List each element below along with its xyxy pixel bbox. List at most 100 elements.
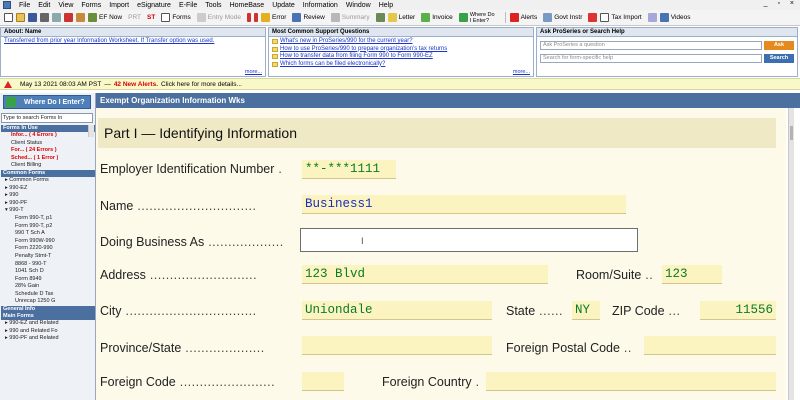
form-scrollbar-thumb[interactable]	[790, 126, 793, 140]
home-icon[interactable]	[64, 13, 73, 22]
city-field[interactable]: Uniondale	[302, 301, 492, 320]
address-field[interactable]: 123 Blvd	[302, 265, 548, 284]
forms-button[interactable]: Forms	[161, 13, 191, 22]
support-question[interactable]: How to use ProSeries/990 to prepare orga…	[272, 46, 530, 54]
about-panel-text[interactable]: Transferred from prior year Information …	[4, 38, 262, 46]
tree-item-form-in-use[interactable]: Client Status	[1, 140, 95, 148]
tree-item-common-form[interactable]: Form 2220-990	[1, 245, 95, 253]
sidebar-scrollbar[interactable]	[88, 125, 94, 137]
ein-field[interactable]: **-***1111	[302, 160, 396, 179]
menu-update[interactable]: Update	[268, 2, 299, 9]
tree-item-common-form[interactable]: Unrecap 1250 G	[1, 298, 95, 306]
exclamation-icon-2[interactable]	[254, 13, 258, 22]
tree-item-common-form[interactable]: ▸ 990-EZ	[1, 185, 95, 193]
tree-section-forms-in-use[interactable]: Forms In Use	[1, 125, 95, 132]
homebase-icon[interactable]	[76, 13, 85, 22]
tree-item-common-form[interactable]: Form 990W-990	[1, 238, 95, 246]
tree-item-common-form[interactable]: 8868 - 990-T	[1, 261, 95, 269]
alerts-button[interactable]: Alerts	[509, 13, 537, 22]
tree-item-common-form[interactable]: Form 990-T, p1	[1, 215, 95, 223]
support-icon[interactable]	[647, 13, 657, 22]
tree-item-common-form[interactable]: ▸ Common Forms	[1, 177, 95, 185]
menu-tools[interactable]: Tools	[201, 2, 225, 9]
menu-information[interactable]: Information	[299, 2, 342, 9]
letter-button[interactable]: Letter	[387, 13, 415, 22]
tree-item-common-form[interactable]: Schedule D Tax	[1, 291, 95, 299]
tree-section-general-info[interactable]: General Info	[1, 306, 95, 314]
tree-item-common-form[interactable]: ▾ 990-T	[1, 207, 95, 215]
tree-item-main-form[interactable]: ▸ 990 and Related Fo	[1, 328, 95, 336]
entry-mode-button[interactable]: Entry Mode	[196, 13, 241, 22]
error-button[interactable]: Error	[261, 13, 286, 22]
open-folder-icon[interactable]	[16, 13, 25, 22]
foreign-code-field[interactable]	[302, 372, 344, 391]
menu-window[interactable]: Window	[342, 2, 375, 9]
menu-view[interactable]: View	[54, 2, 77, 9]
ask-input[interactable]: Ask ProSeries a question	[540, 41, 762, 50]
tree-section-common-forms[interactable]: Common Forms	[1, 169, 95, 177]
about-more-link[interactable]: more...	[245, 69, 262, 75]
where-do-i-enter-button[interactable]: Where Do I Enter?	[458, 12, 495, 24]
zip-code-field[interactable]: 11556	[700, 301, 776, 320]
tree-item-common-form[interactable]: Form 990-T, p2	[1, 223, 95, 231]
tree-item-main-form[interactable]: ▸ 990-EZ and Related	[1, 320, 95, 328]
tax-import-button[interactable]: Tax Import	[600, 13, 642, 22]
room-suite-field[interactable]: 123	[662, 265, 722, 284]
alert-details-link[interactable]: Click here for more details...	[161, 81, 242, 88]
search-help-input[interactable]: Search for form-specific help	[540, 54, 762, 63]
menu-import[interactable]: Import	[105, 2, 133, 9]
print-preview-icon[interactable]	[52, 13, 61, 22]
form-search-input[interactable]: Type to search Forms In	[1, 113, 93, 123]
menu-homebase[interactable]: HomeBase	[226, 2, 269, 9]
menu-forms[interactable]: Forms	[77, 2, 105, 9]
tree-item-form-in-use[interactable]: Infor... ( 4 Errors )	[1, 132, 95, 140]
tree-item-common-form[interactable]: Penalty Stmt-T	[1, 253, 95, 261]
tree-item-common-form[interactable]: 28% Gain	[1, 283, 95, 291]
help-icon[interactable]	[588, 13, 598, 22]
tree-item-common-form[interactable]: ▸ 990-PF	[1, 200, 95, 208]
prt-button[interactable]: PRT	[128, 14, 141, 21]
tree-item-common-form[interactable]: Form 8949	[1, 276, 95, 284]
tree-item-form-in-use[interactable]: For... ( 24 Errors )	[1, 147, 95, 155]
invoice-button[interactable]: Invoice	[421, 13, 453, 22]
calculator-icon[interactable]	[375, 13, 385, 22]
govt-instr-button[interactable]: Govt Instr	[543, 13, 582, 22]
menu-efile[interactable]: E-File	[175, 2, 201, 9]
form-scrollbar[interactable]	[788, 108, 794, 400]
search-button[interactable]: Search	[764, 54, 794, 63]
tree-item-common-form[interactable]: 1041 Sch D	[1, 268, 95, 276]
where-do-i-enter-sidebar-button[interactable]: Where Do I Enter?	[3, 95, 91, 109]
province-state-field[interactable]	[302, 336, 492, 355]
menu-help[interactable]: Help	[375, 2, 397, 9]
save-icon[interactable]	[28, 13, 37, 22]
state-field[interactable]: NY	[572, 301, 600, 320]
foreign-postal-code-field[interactable]	[644, 336, 776, 355]
support-question[interactable]: What's new in ProSeries/990 for the curr…	[272, 38, 530, 46]
ask-button[interactable]: Ask	[764, 41, 794, 50]
tree-item-form-in-use[interactable]: Client Billing	[1, 162, 95, 170]
tree-item-common-form[interactable]: ▸ 990	[1, 192, 95, 200]
dba-field[interactable]: I	[300, 228, 638, 252]
tree-item-main-form[interactable]: ▸ 990-PF and Related	[1, 335, 95, 343]
foreign-country-field[interactable]	[486, 372, 776, 391]
print-icon[interactable]	[40, 13, 49, 22]
menu-edit[interactable]: Edit	[34, 2, 54, 9]
tree-section-main-forms[interactable]: Main Forms	[1, 313, 95, 321]
ef-now-button[interactable]: EF Now	[88, 13, 122, 22]
name-field[interactable]: Business1	[302, 195, 626, 214]
new-file-icon[interactable]	[4, 13, 13, 22]
menu-esignature[interactable]: eSignature	[133, 2, 175, 9]
review-button[interactable]: Review	[292, 13, 325, 22]
window-controls[interactable]: _ ▫ ×	[764, 0, 798, 7]
st-button[interactable]: ST	[147, 14, 155, 21]
tree-item-common-form[interactable]: 990 T Sch A	[1, 230, 95, 238]
summary-button[interactable]: Summary	[330, 13, 370, 22]
alert-bar[interactable]: May 13 2021 08:03 AM PST — 42 New Alerts…	[0, 78, 800, 90]
videos-button[interactable]: Videos	[659, 13, 691, 22]
exclamation-icon[interactable]	[247, 13, 251, 22]
tree-item-form-in-use[interactable]: Sched... ( 1 Error )	[1, 155, 95, 163]
support-question[interactable]: How to transfer data from filing Form 99…	[272, 53, 530, 61]
menu-file[interactable]: File	[15, 2, 34, 9]
support-question[interactable]: Which forms can be filed electronically?	[272, 61, 530, 69]
support-more-link[interactable]: more...	[513, 69, 530, 75]
